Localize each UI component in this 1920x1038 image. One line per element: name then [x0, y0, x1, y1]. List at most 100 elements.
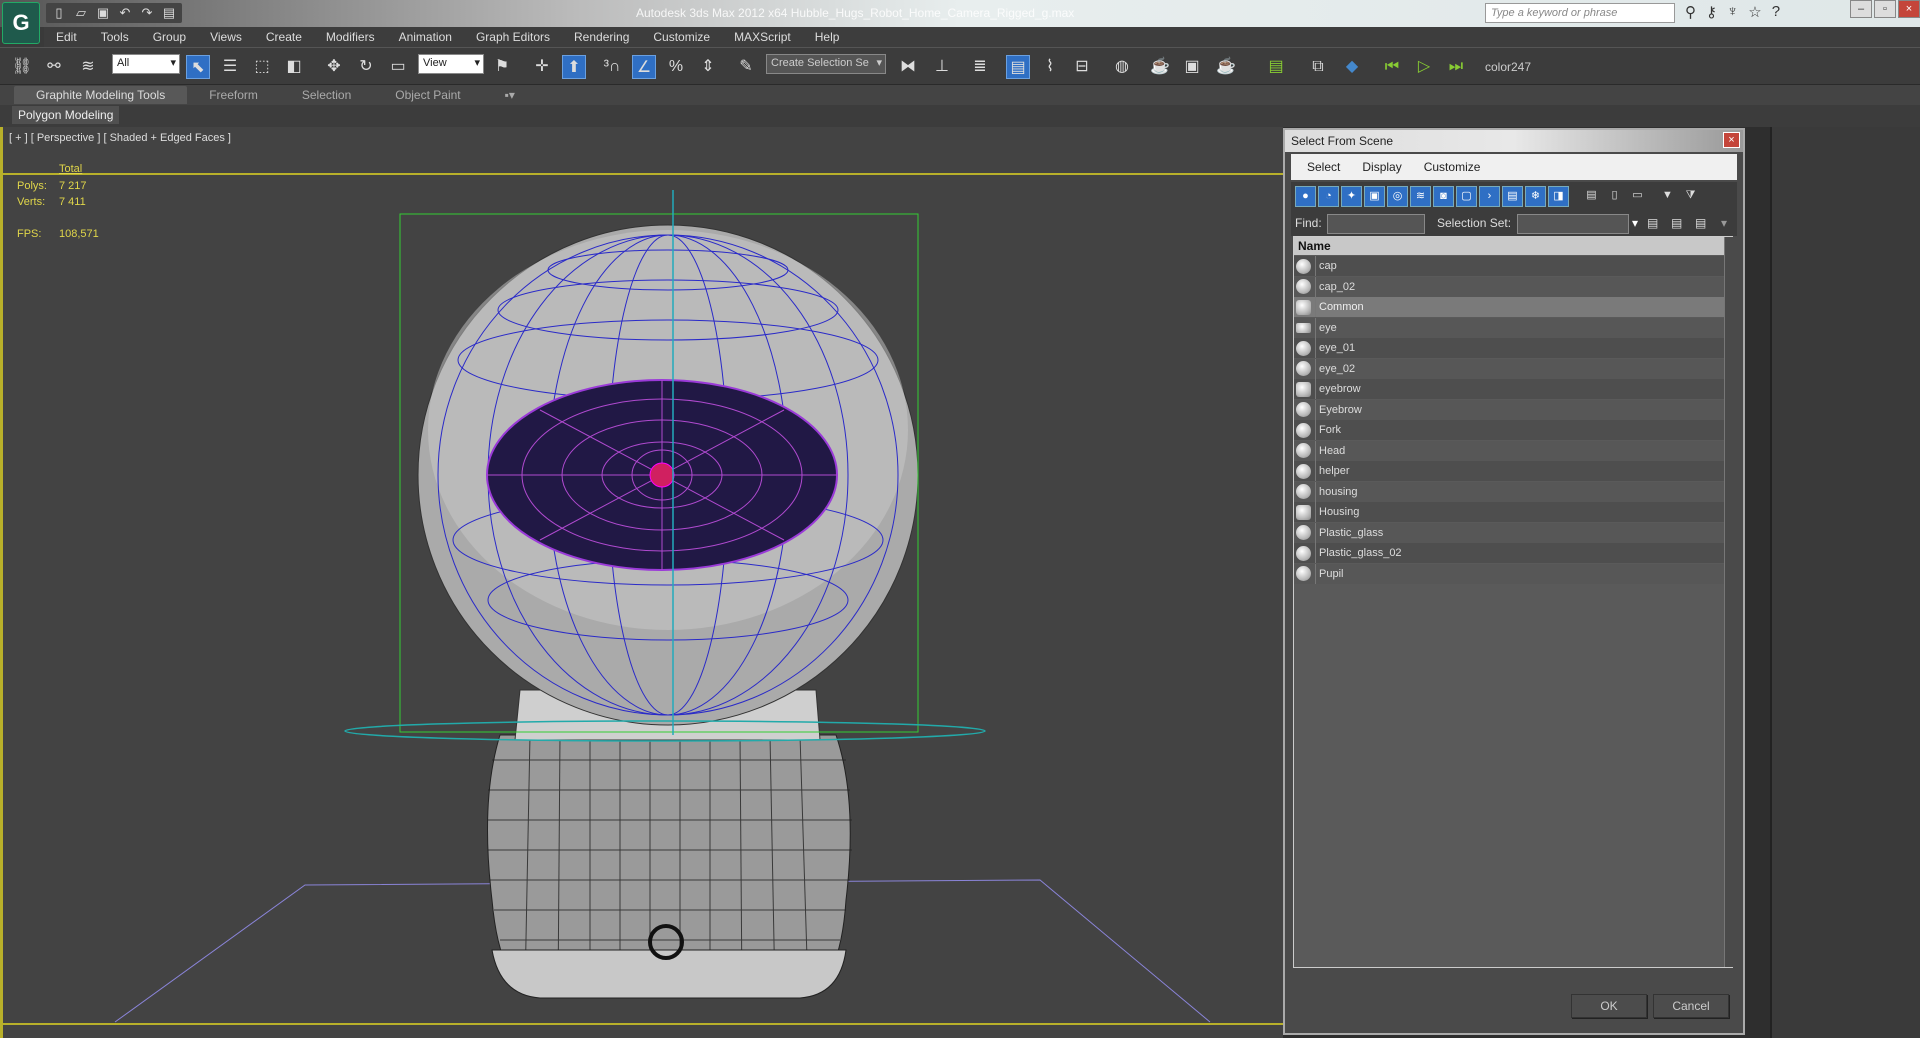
display-invert-icon[interactable]: ▭: [1627, 186, 1648, 207]
render-setup-icon[interactable]: ☕: [1148, 55, 1172, 79]
display-spacewarps-icon[interactable]: ≋: [1410, 186, 1431, 207]
unlink-icon[interactable]: ⚯: [42, 55, 66, 79]
save-icon[interactable]: ▣: [96, 6, 110, 20]
rendered-frame-window-icon[interactable]: ▣: [1180, 55, 1204, 79]
named-selection-dropdown[interactable]: Create Selection Se: [766, 54, 886, 74]
filter-options-icon[interactable]: ⧩: [1680, 186, 1701, 207]
rectangular-selection-icon[interactable]: ⬚: [250, 55, 274, 79]
add-to-set-icon[interactable]: ▤: [1671, 216, 1682, 230]
list-item[interactable]: Eyebrow: [1294, 399, 1724, 420]
scale-icon[interactable]: ▭: [386, 55, 410, 79]
close-button[interactable]: ×: [1898, 0, 1920, 18]
list-item[interactable]: Housing: [1294, 502, 1724, 522]
display-cameras-icon[interactable]: ▣: [1364, 186, 1385, 207]
polygon-modeling-panel[interactable]: Polygon Modeling: [12, 106, 120, 124]
display-groups-icon[interactable]: ◙: [1433, 186, 1454, 207]
list-item[interactable]: eye: [1294, 317, 1724, 338]
schematic-view-icon[interactable]: ⊟: [1070, 55, 1094, 79]
help-icon[interactable]: ?: [1772, 3, 1780, 21]
select-manipulate-icon[interactable]: ✛: [530, 55, 554, 79]
minimize-button[interactable]: –: [1850, 0, 1872, 18]
spinner-snap-icon[interactable]: ⇕: [696, 55, 720, 79]
menu-graph-editors[interactable]: Graph Editors: [464, 30, 562, 44]
list-item[interactable]: eye_02: [1294, 358, 1724, 379]
search-input[interactable]: Type a keyword or phrase: [1485, 3, 1675, 23]
display-hidden-icon[interactable]: ◨: [1548, 186, 1569, 207]
eraser-icon[interactable]: ◆: [1340, 55, 1364, 79]
satellite-icon[interactable]: ♆: [1727, 3, 1738, 21]
dialog-menu-display[interactable]: Display: [1362, 160, 1401, 174]
tab-graphite-modeling-tools[interactable]: Graphite Modeling Tools: [14, 86, 188, 104]
material-editor-icon[interactable]: ◍: [1110, 55, 1134, 79]
menu-create[interactable]: Create: [254, 30, 314, 44]
menu-maxscript[interactable]: MAXScript: [722, 30, 803, 44]
find-input[interactable]: [1327, 214, 1425, 234]
display-all-icon[interactable]: ▤: [1581, 186, 1602, 207]
menu-tools[interactable]: Tools: [89, 30, 141, 44]
snaps-toggle-icon[interactable]: ³∩: [600, 55, 624, 79]
list-item[interactable]: Plastic_glass: [1294, 522, 1724, 543]
menu-modifiers[interactable]: Modifiers: [314, 30, 387, 44]
key-icon[interactable]: ⚷: [1706, 3, 1717, 21]
bind-space-warp-icon[interactable]: ≋: [76, 55, 100, 79]
menu-help[interactable]: Help: [803, 30, 852, 44]
percent-snap-icon[interactable]: %: [664, 55, 688, 79]
list-item[interactable]: Plastic_glass_02: [1294, 543, 1724, 563]
layer-manager-icon[interactable]: ≣: [968, 55, 992, 79]
list-item[interactable]: cap_02: [1294, 276, 1724, 297]
list-item[interactable]: Common: [1294, 297, 1724, 317]
ok-button[interactable]: OK: [1571, 994, 1647, 1018]
display-helpers-icon[interactable]: ◎: [1387, 186, 1408, 207]
reference-coordinate-dropdown[interactable]: View: [418, 54, 484, 74]
list-item[interactable]: Pupil: [1294, 563, 1724, 584]
star-icon[interactable]: ☆: [1748, 3, 1761, 21]
next-key-icon[interactable]: ⏭: [1444, 55, 1468, 79]
ribbon-options-icon[interactable]: ▪▾: [483, 86, 537, 104]
previous-key-icon[interactable]: ⏮: [1380, 55, 1404, 79]
dialog-menu-customize[interactable]: Customize: [1424, 160, 1481, 174]
redo-icon[interactable]: ↷: [140, 6, 154, 20]
menu-animation[interactable]: Animation: [387, 30, 464, 44]
list-item[interactable]: helper: [1294, 461, 1724, 481]
dialog-close-button[interactable]: ×: [1723, 132, 1740, 148]
menu-rendering[interactable]: Rendering: [562, 30, 641, 44]
menu-edit[interactable]: Edit: [44, 30, 89, 44]
rotate-icon[interactable]: ↻: [354, 55, 378, 79]
maximize-button[interactable]: ▫: [1874, 0, 1896, 18]
play-key-icon[interactable]: ▷: [1412, 55, 1436, 79]
display-shapes-icon[interactable]: ◔: [1318, 186, 1339, 207]
create-set-icon[interactable]: ▤: [1647, 216, 1658, 230]
tab-selection[interactable]: Selection: [280, 86, 373, 104]
angle-snap-icon[interactable]: ∠: [632, 55, 656, 79]
list-item[interactable]: Head: [1294, 440, 1724, 461]
list-item[interactable]: eyebrow: [1294, 379, 1724, 399]
move-icon[interactable]: ✥: [322, 55, 346, 79]
display-containers-icon[interactable]: ▤: [1502, 186, 1523, 207]
list-item[interactable]: eye_01: [1294, 338, 1724, 358]
perspective-viewport[interactable]: [ + ] [ Perspective ] [ Shaded + Edged F…: [0, 127, 1283, 1038]
menu-views[interactable]: Views: [198, 30, 254, 44]
display-none-icon[interactable]: ▯: [1604, 186, 1625, 207]
new-file-icon[interactable]: ▯: [52, 6, 66, 20]
display-bones-icon[interactable]: ›: [1479, 186, 1500, 207]
tab-freeform[interactable]: Freeform: [187, 86, 280, 104]
undo-icon[interactable]: ↶: [118, 6, 132, 20]
hierarchy-icon[interactable]: ⧉: [1306, 55, 1330, 79]
list-scrollbar[interactable]: [1724, 237, 1734, 967]
expand-icon[interactable]: ▾: [1721, 216, 1727, 230]
container-icon[interactable]: ▤: [1264, 55, 1288, 79]
display-geometry-icon[interactable]: ●: [1295, 186, 1316, 207]
list-item[interactable]: cap: [1294, 256, 1724, 276]
display-xrefs-icon[interactable]: ▢: [1456, 186, 1477, 207]
display-lights-icon[interactable]: ✦: [1341, 186, 1362, 207]
menu-customize[interactable]: Customize: [641, 30, 722, 44]
selection-set-chevron-icon[interactable]: ▾: [1632, 216, 1638, 230]
select-by-name-icon[interactable]: ☰: [218, 55, 242, 79]
cancel-button[interactable]: Cancel: [1653, 994, 1729, 1018]
render-production-icon[interactable]: ☕: [1214, 55, 1238, 79]
keyboard-shortcut-override-icon[interactable]: ⬆: [562, 55, 586, 79]
tab-object-paint[interactable]: Object Paint: [373, 86, 482, 104]
select-object-icon[interactable]: ⬉: [186, 55, 210, 79]
graphite-toggle-icon[interactable]: ▤: [1006, 55, 1030, 79]
edit-named-selection-icon[interactable]: ✎: [734, 55, 758, 79]
